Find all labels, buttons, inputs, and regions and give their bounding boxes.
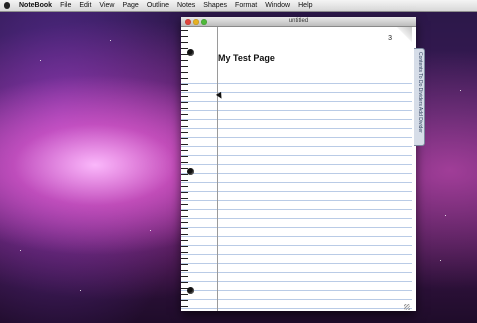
menu-view[interactable]: View [95, 0, 118, 11]
page-header-area [181, 27, 412, 75]
page-title[interactable]: My Test Page [218, 53, 275, 63]
star [40, 60, 41, 61]
menu-file[interactable]: File [56, 0, 75, 11]
menu-help[interactable]: Help [294, 0, 316, 11]
star [110, 40, 111, 41]
menu-edit[interactable]: Edit [75, 0, 95, 11]
notebook-window: untitled 3 My Test Page [181, 17, 416, 311]
menu-notes[interactable]: Notes [173, 0, 199, 11]
menu-outline[interactable]: Outline [143, 0, 173, 11]
menu-format[interactable]: Format [231, 0, 261, 11]
menu-shapes[interactable]: Shapes [199, 0, 231, 11]
star [460, 90, 461, 91]
star [80, 290, 81, 291]
binder-hole-top [187, 49, 194, 56]
star [440, 260, 441, 261]
side-tabs-labels[interactable]: Contents To Do Dividers Add Divider [415, 52, 423, 142]
menu-window[interactable]: Window [261, 0, 294, 11]
menu-bar: NoteBook File Edit View Page Outline Not… [0, 0, 477, 12]
margin-line [217, 27, 218, 311]
menu-app-name[interactable]: NoteBook [15, 0, 56, 11]
title-bar[interactable]: untitled [181, 17, 416, 27]
window-title: untitled [288, 18, 309, 24]
star [20, 250, 21, 251]
menu-page[interactable]: Page [118, 0, 142, 11]
apple-icon[interactable] [4, 2, 10, 9]
star [445, 215, 446, 216]
binder-hole-middle [187, 168, 194, 175]
notebook-side-tabs[interactable]: Contents To Do Dividers Add Divider [414, 48, 425, 146]
binder-hole-bottom [187, 287, 194, 294]
resize-handle-icon[interactable] [404, 304, 410, 310]
star [150, 230, 151, 231]
page-curl-icon[interactable] [396, 27, 412, 43]
notebook-page[interactable]: 3 My Test Page [181, 27, 412, 311]
page-number: 3 [388, 35, 392, 42]
